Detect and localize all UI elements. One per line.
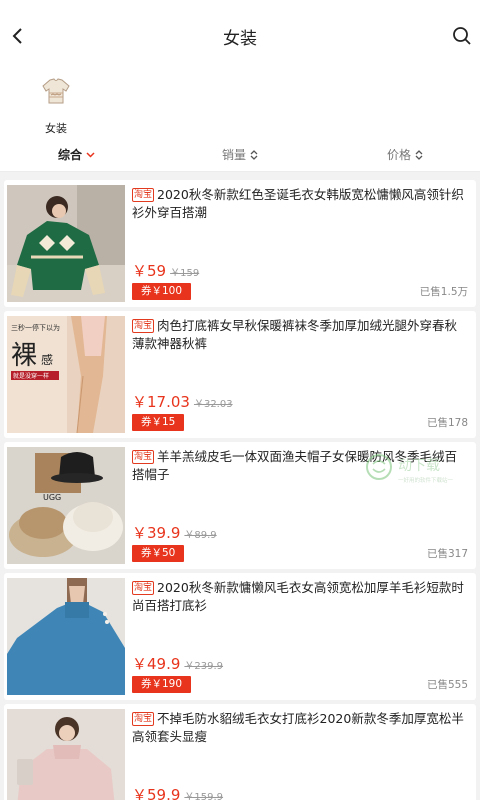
product-card[interactable]: 淘宝 2020秋冬新款红色圣诞毛衣女韩版宽松慵懒风高领针织衫外穿百搭潮 ￥59 ￥…	[4, 180, 476, 307]
product-title-text: 不掉毛防水貂绒毛衣女打底衫2020新款冬季加厚宽松半高领套头显瘦	[132, 711, 464, 744]
category-item-womens-clothing[interactable]: 女装	[34, 76, 78, 136]
sold-count: 已售555	[426, 679, 468, 691]
sort-price-label: 价格	[387, 148, 412, 162]
image-brand-text: UGG	[43, 493, 61, 502]
category-label: 女装	[45, 122, 67, 135]
product-price: ￥59.9	[132, 786, 181, 800]
product-price: ￥49.9	[132, 655, 181, 673]
sweater-icon	[42, 78, 70, 104]
sort-comprehensive[interactable]: 综合	[58, 146, 95, 163]
product-image	[7, 578, 125, 695]
price-row: ￥59 ￥159	[132, 260, 199, 281]
product-info: 淘宝 2020秋冬新款慵懒风毛衣女高领宽松加厚羊毛衫短款时尚百搭打底衫 ￥49.9…	[132, 579, 468, 695]
source-badge: 淘宝	[132, 319, 155, 333]
price-row: ￥49.9 ￥239.9	[132, 653, 223, 674]
sold-count: 已售1.5万	[419, 286, 468, 298]
product-card[interactable]: 三秒一停下以为 裸 感 就是没穿一样 淘宝 肉色打底裤女早秋保暖裤袜冬季加厚加绒光…	[4, 311, 476, 438]
original-price: ￥89.9	[184, 530, 217, 541]
product-title-text: 2020秋冬新款慵懒风毛衣女高领宽松加厚羊毛衫短款时尚百搭打底衫	[132, 580, 464, 613]
price-row: ￥17.03 ￥32.03	[132, 391, 233, 412]
product-title: 淘宝 2020秋冬新款红色圣诞毛衣女韩版宽松慵懒风高领针织衫外穿百搭潮	[132, 186, 468, 222]
product-info: 淘宝 肉色打底裤女早秋保暖裤袜冬季加厚加绒光腿外穿春秋薄款神器秋裤 ￥17.03 …	[132, 317, 468, 433]
product-info: 淘宝 2020秋冬新款红色圣诞毛衣女韩版宽松慵懒风高领针织衫外穿百搭潮 ￥59 ￥…	[132, 186, 468, 302]
page-title: 女装	[223, 29, 257, 49]
source-badge: 淘宝	[132, 450, 155, 464]
product-image: UGG	[7, 447, 125, 564]
product-info: 淘宝 不掉毛防水貂绒毛衣女打底衫2020新款冬季加厚宽松半高领套头显瘦 ￥59.9…	[132, 710, 468, 800]
product-price: ￥17.03	[132, 393, 190, 411]
sort-price[interactable]: 价格	[387, 146, 423, 163]
image-tagline: 三秒一停下以为	[11, 323, 60, 332]
product-title: 淘宝 肉色打底裤女早秋保暖裤袜冬季加厚加绒光腿外穿春秋薄款神器秋裤	[132, 317, 468, 353]
sort-bar: 综合 销量 价格	[0, 138, 480, 172]
top-bar: 女装	[0, 0, 480, 72]
product-image	[7, 709, 125, 800]
original-price: ￥159.9	[184, 792, 224, 800]
product-title: 淘宝 2020秋冬新款慵懒风毛衣女高领宽松加厚羊毛衫短款时尚百搭打底衫	[132, 579, 468, 615]
sort-updown-icon	[415, 149, 423, 160]
product-title: 淘宝 羊羊羔绒皮毛一体双面渔夫帽子女保暖防风冬季毛绒百搭帽子	[132, 448, 468, 484]
sold-count: 已售317	[426, 548, 468, 560]
source-badge: 淘宝	[132, 712, 155, 726]
coupon-badge[interactable]: 券￥100	[132, 283, 192, 300]
product-title-text: 2020秋冬新款红色圣诞毛衣女韩版宽松慵懒风高领针织衫外穿百搭潮	[132, 187, 464, 220]
price-row: ￥59.9 ￥159.9	[132, 784, 223, 800]
product-image: 三秒一停下以为 裸 感 就是没穿一样	[7, 316, 125, 433]
product-title-text: 羊羊羔绒皮毛一体双面渔夫帽子女保暖防风冬季毛绒百搭帽子	[132, 449, 458, 482]
original-price: ￥32.03	[193, 399, 233, 410]
sort-sales[interactable]: 销量	[222, 146, 258, 163]
category-strip: 女装	[0, 72, 480, 138]
product-card[interactable]: 淘宝 不掉毛防水貂绒毛衣女打底衫2020新款冬季加厚宽松半高领套头显瘦 ￥59.9…	[4, 704, 476, 800]
source-badge: 淘宝	[132, 188, 155, 202]
coupon-badge[interactable]: 券￥190	[132, 676, 192, 693]
price-row: ￥39.9 ￥89.9	[132, 522, 217, 543]
sort-updown-icon	[250, 149, 258, 160]
product-card[interactable]: UGG 淘宝 羊羊羔绒皮毛一体双面渔夫帽子女保暖防风冬季毛绒百搭帽子 ￥39.9 …	[4, 442, 476, 569]
search-button[interactable]	[448, 22, 476, 50]
image-small-text: 感	[41, 352, 53, 367]
coupon-badge[interactable]: 券￥50	[132, 545, 185, 562]
product-image	[7, 185, 125, 302]
search-icon	[453, 27, 471, 45]
coupon-badge[interactable]: 券￥15	[132, 414, 185, 431]
product-price: ￥59	[132, 262, 167, 280]
original-price: ￥239.9	[184, 661, 224, 672]
source-badge: 淘宝	[132, 581, 155, 595]
product-title-text: 肉色打底裤女早秋保暖裤袜冬季加厚加绒光腿外穿春秋薄款神器秋裤	[132, 318, 458, 351]
original-price: ￥159	[170, 268, 200, 279]
product-title: 淘宝 不掉毛防水貂绒毛衣女打底衫2020新款冬季加厚宽松半高领套头显瘦	[132, 710, 468, 746]
image-band-text: 就是没穿一样	[13, 372, 49, 380]
product-info: 淘宝 羊羊羔绒皮毛一体双面渔夫帽子女保暖防风冬季毛绒百搭帽子 ￥39.9 ￥89.…	[132, 448, 468, 564]
product-card[interactable]: 淘宝 2020秋冬新款慵懒风毛衣女高领宽松加厚羊毛衫短款时尚百搭打底衫 ￥49.9…	[4, 573, 476, 700]
product-price: ￥39.9	[132, 524, 181, 542]
chevron-down-icon	[86, 151, 95, 158]
sold-count: 已售178	[426, 417, 468, 429]
sort-sales-label: 销量	[222, 148, 247, 162]
sort-comprehensive-label: 综合	[58, 148, 83, 162]
image-big-text: 裸	[11, 341, 37, 371]
